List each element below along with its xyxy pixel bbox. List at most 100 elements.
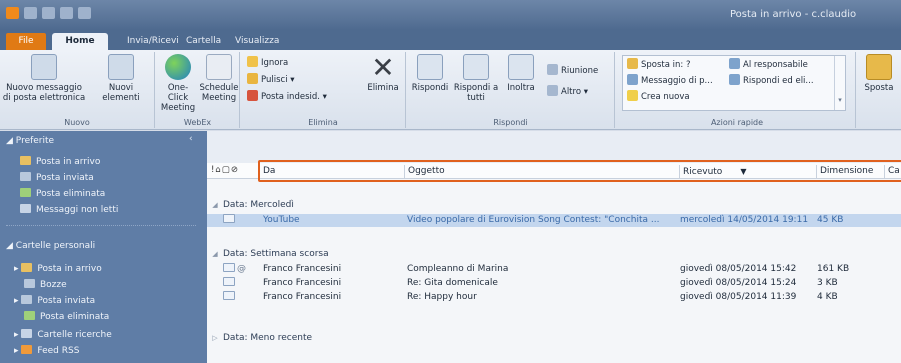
collapse-group-icon: ◢ <box>212 250 218 258</box>
one-click-meeting-button[interactable]: One-Click Meeting <box>158 54 198 113</box>
window-title: Posta in arrivo - c.claudio <box>730 9 857 20</box>
nav-fav-sent[interactable]: Posta inviata <box>20 172 94 183</box>
delete-button[interactable]: ✕ Elimina <box>363 51 403 94</box>
gallery-more-arrow[interactable]: ▾ <box>834 56 845 110</box>
sent-folder-icon <box>20 172 31 181</box>
envelope-icon <box>223 263 235 272</box>
rss-feed-icon <box>21 345 33 354</box>
group-label-nuovo: Nuovo <box>64 118 90 127</box>
quick-step-create-new[interactable]: Crea nuova <box>627 90 690 103</box>
nav-fav-inbox[interactable]: Posta in arrivo <box>20 156 100 167</box>
move-button[interactable]: Sposta <box>861 54 897 93</box>
group-sposta: Sposta <box>857 52 901 128</box>
new-email-button[interactable]: Nuovo messaggio di posta elettronica <box>2 54 86 103</box>
outlook-app-icon[interactable] <box>6 7 19 19</box>
tab-file[interactable]: File <box>6 33 46 50</box>
more-icon <box>547 85 558 96</box>
ribbon-tabs: File Home Invia/Ricevi Cartella Visualiz… <box>0 30 901 50</box>
favorites-header[interactable]: ◢ Preferite <box>6 136 54 146</box>
navigation-pane: ‹ ◢ Preferite Posta in arrivo Posta invi… <box>0 131 207 363</box>
nav-rss[interactable]: ▸ Feed RSS <box>14 345 79 356</box>
envelope-icon <box>223 277 235 286</box>
forward-button[interactable]: Inoltra <box>501 54 541 93</box>
nav-fav-unread[interactable]: Messaggi non letti <box>20 204 118 215</box>
header-flag-icons[interactable]: !⌂▢⊘ <box>211 165 239 175</box>
nav-sent[interactable]: ▸ Posta inviata <box>14 295 95 306</box>
table-row[interactable]: Franco Francesini Re: Happy hour giovedì… <box>207 291 901 304</box>
group-label-azioni-rapide: Azioni rapide <box>710 118 764 127</box>
send-receive-icon[interactable] <box>42 7 55 19</box>
reply-all-button[interactable]: Rispondi a tutti <box>453 54 499 103</box>
sent-folder-icon <box>21 295 33 304</box>
more-button[interactable]: Altro ▾ <box>547 85 588 98</box>
schedule-meeting-button[interactable]: Schedule Meeting <box>198 54 240 103</box>
group-elimina: Ignora Pulisci ▾ Posta indesid. ▾ ✕ Elim… <box>241 52 406 128</box>
tab-folder[interactable]: Cartella <box>177 33 230 50</box>
reply-button[interactable]: Rispondi <box>409 54 451 93</box>
group-header-last-week[interactable]: ◢ Data: Settimana scorsa <box>207 247 901 261</box>
quick-access-toolbar <box>6 7 91 19</box>
column-header-highlight <box>258 160 901 182</box>
collapse-group-icon: ◢ <box>212 201 218 209</box>
calendar-icon <box>206 54 232 80</box>
group-header-wednesday[interactable]: ◢ Data: Mercoledì <box>207 198 901 212</box>
move-folder-icon <box>866 54 892 80</box>
ribbon: Nuovo messaggio di posta elettronica Nuo… <box>0 50 901 130</box>
nav-search-folders[interactable]: ▸ Cartelle ricerche <box>14 329 112 340</box>
ignore-icon <box>247 56 258 67</box>
search-strip <box>207 131 901 163</box>
nav-drafts[interactable]: Bozze <box>24 279 67 290</box>
group-webex: One-Click Meeting Schedule Meeting WebEx <box>156 52 240 128</box>
search-folder-icon <box>21 329 33 338</box>
attachment-icon: @ <box>237 264 246 274</box>
meeting-button[interactable]: Riunione <box>547 64 598 77</box>
customize-icon[interactable] <box>78 7 91 19</box>
group-header-older[interactable]: ▷ Data: Meno recente <box>207 331 901 345</box>
cleanup-button[interactable]: Pulisci ▾ <box>247 73 295 86</box>
save-icon[interactable] <box>24 7 37 19</box>
undo-icon[interactable] <box>60 7 73 19</box>
envelope-icon <box>223 291 235 300</box>
table-row[interactable]: @ Franco Francesini Compleanno di Marina… <box>207 263 901 276</box>
create-new-icon <box>627 90 638 101</box>
reply-icon <box>417 54 443 80</box>
delete-x-icon: ✕ <box>371 51 395 84</box>
quick-step-team-email[interactable]: Messaggio di p... <box>627 74 713 87</box>
group-label-rispondi: Rispondi <box>493 118 528 127</box>
table-row[interactable]: Franco Francesini Re: Gita domenicale gi… <box>207 277 901 290</box>
junk-button[interactable]: Posta indesid. ▾ <box>247 90 327 103</box>
envelope-icon <box>223 214 235 223</box>
deleted-folder-icon <box>24 311 35 320</box>
quick-step-reply-delete[interactable]: Rispondi ed eli... <box>729 74 814 87</box>
group-label-elimina: Elimina <box>308 118 338 127</box>
nav-divider <box>6 225 196 226</box>
forward-icon <box>508 54 534 80</box>
group-azioni-rapide: Sposta in: ? Messaggio di p... Crea nuov… <box>619 52 856 128</box>
expand-group-icon: ▷ <box>212 334 218 342</box>
new-items-icon <box>108 54 134 80</box>
nav-deleted[interactable]: Posta eliminata <box>24 311 109 322</box>
inbox-folder-icon <box>21 263 33 272</box>
reply-delete-icon <box>729 74 740 85</box>
new-items-button[interactable]: Nuovi elementi <box>92 54 150 103</box>
personal-folders-header[interactable]: ◢ Cartelle personali <box>6 241 95 251</box>
search-folder-icon <box>20 204 31 213</box>
to-manager-icon <box>729 58 740 69</box>
collapse-nav-icon[interactable]: ‹ <box>189 134 193 144</box>
new-email-icon <box>31 54 57 80</box>
quick-step-to-manager[interactable]: Al responsabile <box>729 58 808 71</box>
quick-step-move-to[interactable]: Sposta in: ? <box>627 58 691 71</box>
group-label-webex: WebEx <box>183 118 212 127</box>
tab-home[interactable]: Home <box>52 33 108 50</box>
deleted-folder-icon <box>20 188 31 197</box>
group-nuovo: Nuovo messaggio di posta elettronica Nuo… <box>0 52 155 128</box>
table-row[interactable]: YouTube Video popolare di Eurovision Son… <box>207 214 901 227</box>
reply-all-icon <box>463 54 489 80</box>
nav-fav-deleted[interactable]: Posta eliminata <box>20 188 105 199</box>
cleanup-icon <box>247 73 258 84</box>
nav-inbox[interactable]: ▸ Posta in arrivo <box>14 263 102 274</box>
inbox-folder-icon <box>20 156 31 165</box>
tab-view[interactable]: Visualizza <box>226 33 288 50</box>
group-rispondi: Rispondi Rispondi a tutti Inoltra Riunio… <box>407 52 615 128</box>
ignore-button[interactable]: Ignora <box>247 56 288 69</box>
